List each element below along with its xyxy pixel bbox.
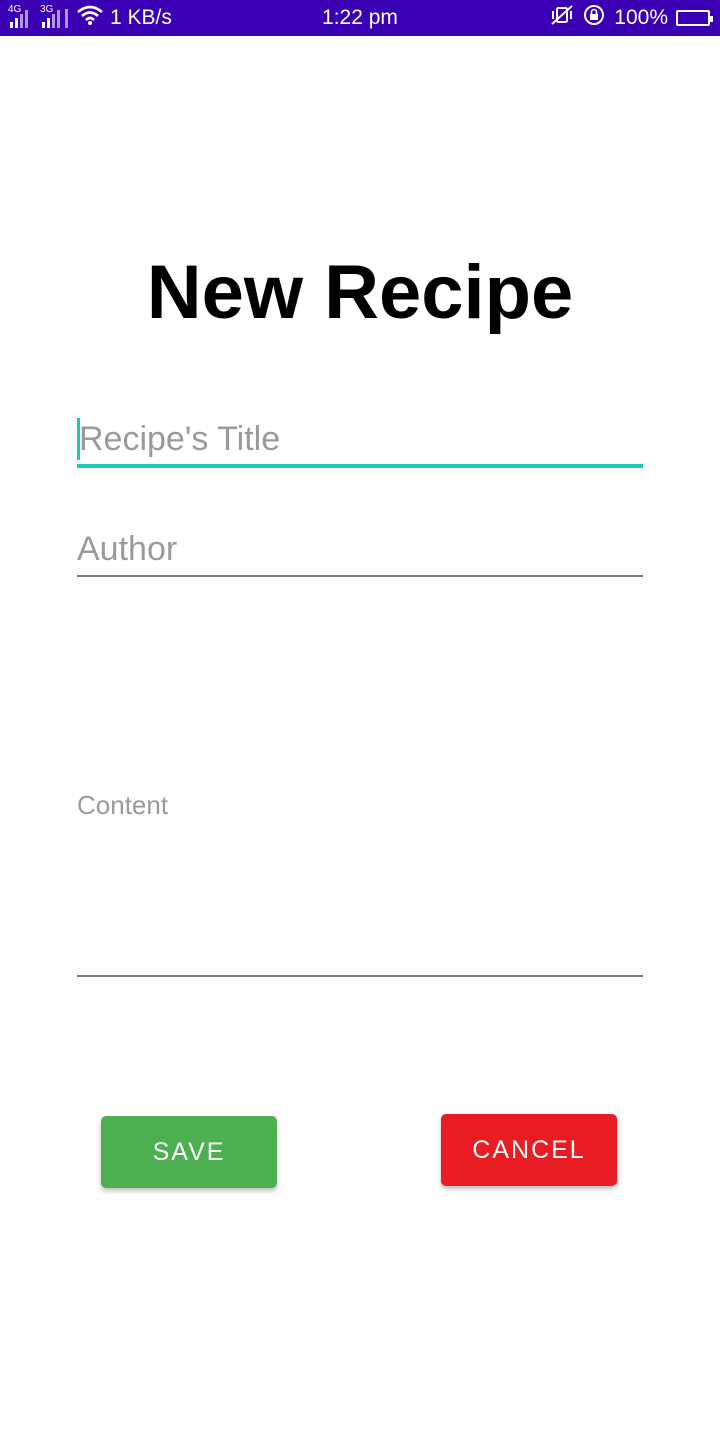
- status-bar: 4G 3G 1 KB/s 1:22 pm 100%: [0, 0, 720, 36]
- page-title: New Recipe: [146, 250, 574, 335]
- text-cursor: [77, 418, 80, 460]
- signal-icon: 3G: [40, 4, 70, 29]
- new-recipe-screen: 4G 3G 1 KB/s 1:22 pm 100% New Recipe Rec…: [0, 0, 720, 1440]
- signal-icon: 4G: [8, 4, 34, 29]
- author-input[interactable]: [77, 526, 643, 572]
- content-underline: [77, 975, 643, 977]
- battery-icon: [676, 10, 713, 26]
- content-field[interactable]: [77, 786, 643, 977]
- rotation-lock-icon: [582, 4, 606, 32]
- network-type-label: 4G: [8, 4, 22, 15]
- author-field[interactable]: [77, 526, 643, 577]
- wifi-icon: [76, 4, 104, 32]
- battery-percent: 100%: [614, 6, 668, 29]
- author-underline: [77, 575, 643, 577]
- recipe-title-field[interactable]: [77, 414, 645, 468]
- save-button[interactable]: SAVE: [101, 1116, 277, 1188]
- network-type-label: 3G: [40, 4, 54, 15]
- cancel-button[interactable]: CANCEL: [441, 1114, 617, 1186]
- clock: 1:22 pm: [322, 6, 398, 29]
- status-bar-left: 4G 3G 1 KB/s: [8, 0, 172, 36]
- mute-vibrate-icon: [550, 4, 574, 32]
- recipe-title-input[interactable]: [77, 414, 645, 464]
- recipe-title-underline: [77, 464, 643, 468]
- network-speed: 1 KB/s: [110, 6, 172, 29]
- content-textarea[interactable]: [77, 786, 643, 966]
- status-bar-right: 100%: [550, 0, 713, 36]
